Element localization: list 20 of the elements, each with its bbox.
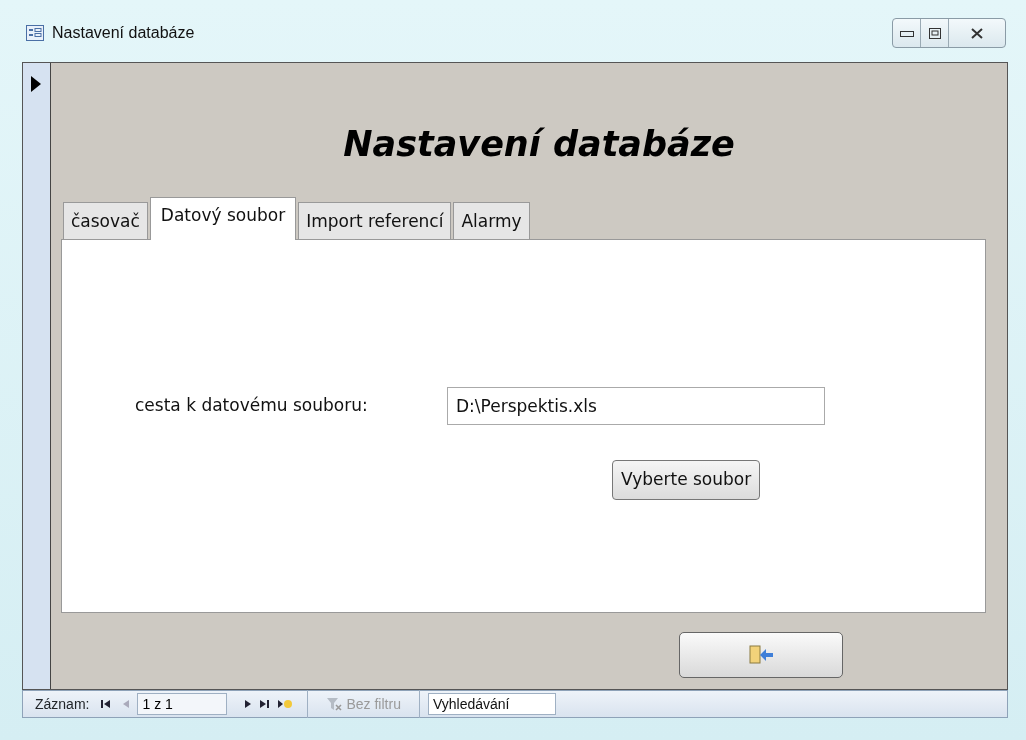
- browse-button[interactable]: Vyberte soubor: [612, 460, 761, 500]
- tab[interactable]: Import referencí: [298, 201, 452, 239]
- field-label: cesta k datovému souboru:: [134, 394, 369, 418]
- path-field[interactable]: D:\Perspektis.xls: [447, 387, 825, 425]
- record-number-field[interactable]: 1 z 1: [137, 693, 228, 715]
- tab[interactable]: Alarmy: [453, 201, 530, 239]
- record-label: Záznam:: [34, 694, 91, 714]
- form-heading: Nastavení databáze: [342, 123, 736, 166]
- maximize-icon: [928, 27, 941, 39]
- window-title: Nastavení databáze: [52, 23, 195, 43]
- tab[interactable]: časovač: [63, 201, 148, 239]
- minimize-icon: [899, 29, 914, 37]
- exit-button[interactable]: [679, 632, 843, 678]
- current-record-icon: [31, 75, 41, 92]
- form-icon: [26, 25, 44, 41]
- exit-door-icon: [748, 644, 774, 666]
- tab[interactable]: Datový soubor: [149, 196, 297, 240]
- close-icon: [971, 27, 983, 39]
- filter-icon: [326, 697, 343, 711]
- search-field[interactable]: Vyhledávání: [427, 693, 556, 715]
